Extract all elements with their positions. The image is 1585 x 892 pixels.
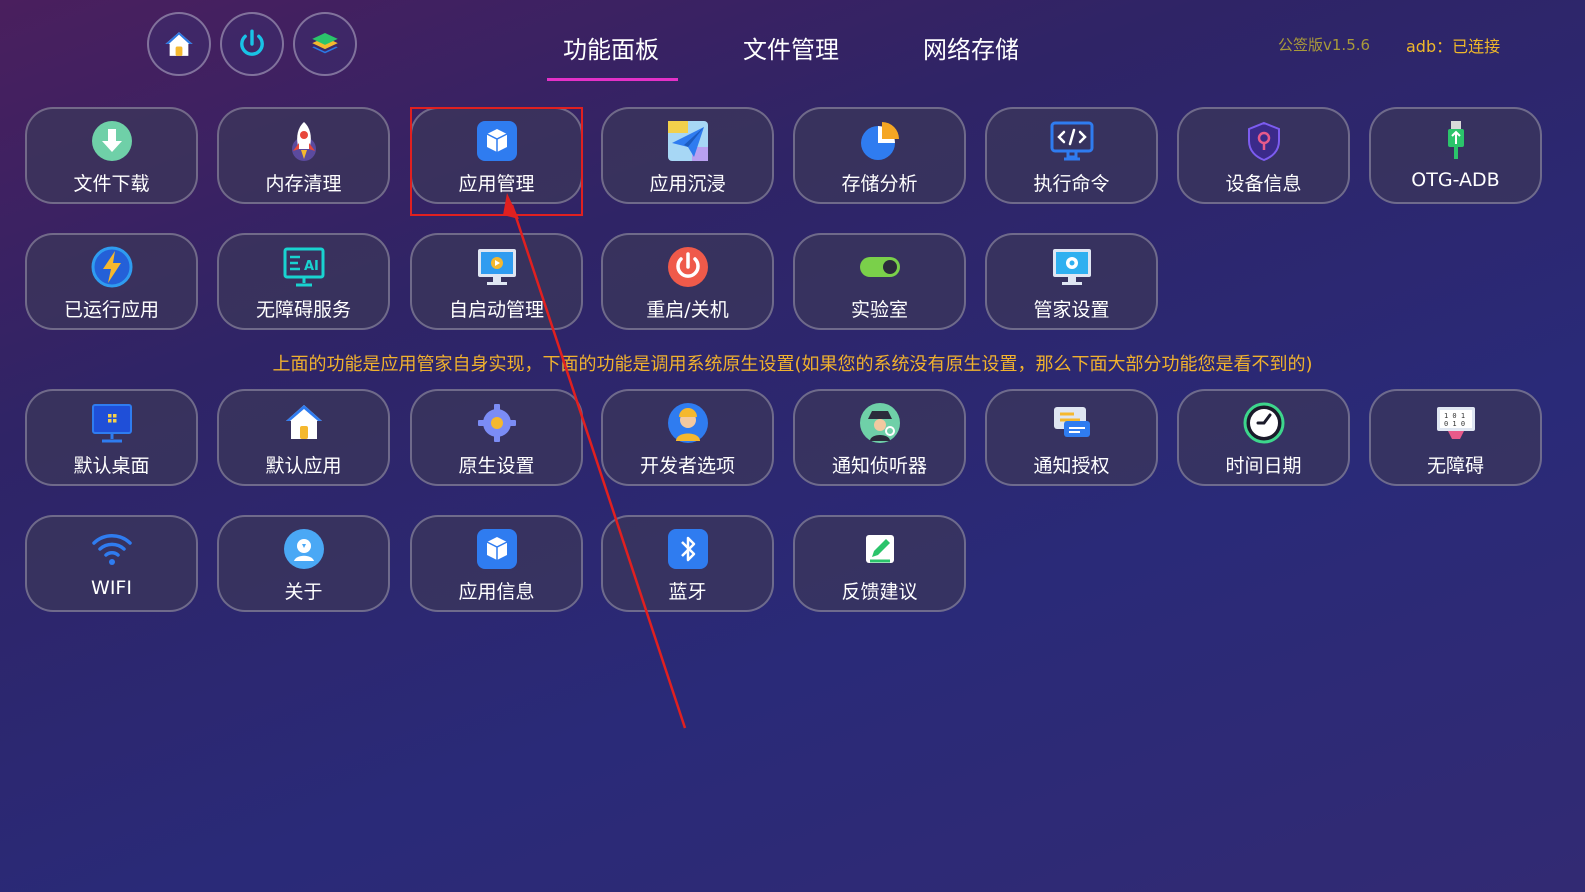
tile-label: 实验室: [850, 299, 908, 321]
worker-icon: [667, 403, 708, 443]
tile-developer-options[interactable]: 开发者选项: [601, 389, 774, 486]
tab-file-management[interactable]: 文件管理: [743, 30, 839, 65]
shield-location-icon: [1247, 121, 1280, 162]
tile-execute-command[interactable]: 执行命令: [985, 107, 1158, 204]
tile-reboot-shutdown[interactable]: 重启/关机: [601, 233, 774, 330]
bluetooth-icon: [667, 529, 708, 569]
tile-label: 应用沉浸: [649, 173, 726, 195]
tile-running-apps[interactable]: 已运行应用: [25, 233, 198, 330]
tile-label: 自启动管理: [448, 299, 544, 321]
tile-label: 关于: [284, 581, 323, 603]
layers-icon: [312, 32, 338, 54]
tile-label: 设备信息: [1225, 173, 1302, 195]
tile-manager-settings[interactable]: 管家设置: [985, 233, 1158, 330]
tile-label: 默认应用: [265, 455, 342, 477]
lightning-icon: [91, 246, 132, 288]
tile-app-immersion[interactable]: 应用沉浸: [601, 107, 774, 204]
toggle-icon: [859, 257, 900, 277]
settings-monitor-icon: [1052, 249, 1091, 285]
tile-label: 已运行应用: [63, 299, 159, 321]
power-button[interactable]: [220, 12, 284, 76]
power-icon: [240, 29, 264, 56]
code-monitor-icon: [1050, 121, 1093, 161]
tile-feedback[interactable]: 反馈建议: [793, 515, 966, 612]
tile-notification-listener[interactable]: 通知侦听器: [793, 389, 966, 486]
tile-default-apps[interactable]: 默认应用: [217, 389, 390, 486]
cube-info-icon: [476, 529, 517, 569]
version-label: 公签版v1.5.6: [1278, 36, 1371, 54]
tile-app-info[interactable]: 应用信息: [410, 515, 583, 612]
tab-network-storage[interactable]: 网络存储: [923, 30, 1019, 65]
tile-label: OTG-ADB: [1411, 169, 1500, 191]
tile-memory-clean[interactable]: 内存清理: [217, 107, 390, 204]
clock-icon: [1243, 402, 1284, 444]
tile-label: 文件下载: [73, 173, 150, 195]
tile-accessibility-service[interactable]: AI 无障碍服务: [217, 233, 390, 330]
paper-plane-icon: [667, 121, 708, 161]
tile-storage-analysis[interactable]: 存储分析: [793, 107, 966, 204]
tab-function-panel[interactable]: 功能面板: [563, 30, 659, 65]
tile-device-info[interactable]: 设备信息: [1177, 107, 1350, 204]
tile-label: 开发者选项: [639, 455, 735, 477]
tile-label: 原生设置: [458, 455, 535, 477]
tile-label: 时间日期: [1225, 455, 1302, 477]
tile-label: WIFI: [91, 577, 132, 599]
gear-icon: [477, 404, 516, 442]
ai-monitor-icon: AI: [283, 247, 324, 287]
tile-notification-authorization[interactable]: 通知授权: [985, 389, 1158, 486]
tile-label: 蓝牙: [668, 581, 707, 603]
tile-label: 反馈建议: [841, 581, 918, 603]
tile-label: 重启/关机: [646, 299, 729, 321]
message-icon: [1053, 407, 1090, 437]
tile-label: 内存清理: [265, 173, 342, 195]
home-icon: [165, 32, 193, 56]
tile-label: 无障碍服务: [255, 299, 351, 321]
tile-label: 执行命令: [1033, 173, 1110, 195]
binary-monitor-icon: 1 0 1 0 1 0: [1436, 407, 1475, 439]
svg-text:1 0 1: 1 0 1: [1444, 412, 1465, 420]
about-icon: [283, 529, 324, 569]
tile-wifi[interactable]: WIFI: [25, 515, 198, 612]
svg-text:0 1 0: 0 1 0: [1444, 420, 1465, 428]
house-icon: [285, 405, 322, 439]
wifi-icon: [91, 534, 132, 565]
home-button[interactable]: [147, 12, 211, 76]
desktop-icon: [91, 404, 132, 443]
tile-accessibility[interactable]: 1 0 1 0 1 0 无障碍: [1369, 389, 1542, 486]
tile-native-settings[interactable]: 原生设置: [410, 389, 583, 486]
feedback-icon: [865, 535, 894, 563]
usb-icon: [1447, 121, 1464, 159]
highlight-box: [410, 107, 583, 216]
active-tab-indicator: [547, 78, 678, 81]
rocket-icon: [291, 122, 316, 161]
notice-text: 上面的功能是应用管家自身实现，下面的功能是调用系统原生设置(如果您的系统没有原生…: [272, 354, 1313, 375]
tile-label: 无障碍: [1426, 455, 1484, 477]
pie-chart-icon: [860, 122, 899, 160]
tile-laboratory[interactable]: 实验室: [793, 233, 966, 330]
svg-text:AI: AI: [304, 259, 319, 274]
adb-status: adb：已连接: [1406, 37, 1501, 56]
tile-label: 管家设置: [1033, 299, 1110, 321]
tile-about[interactable]: 关于: [217, 515, 390, 612]
autostart-monitor-icon: [477, 249, 516, 285]
tile-otg-adb[interactable]: OTG-ADB: [1369, 107, 1542, 204]
tile-label: 默认桌面: [73, 455, 150, 477]
tile-label: 通知授权: [1033, 455, 1110, 477]
power-button-icon: [667, 247, 708, 287]
tile-label: 应用信息: [458, 581, 535, 603]
download-icon: [91, 121, 132, 161]
layers-button[interactable]: [293, 12, 357, 76]
tile-autostart-management[interactable]: 自启动管理: [410, 233, 583, 330]
tile-bluetooth[interactable]: 蓝牙: [601, 515, 774, 612]
tile-date-time[interactable]: 时间日期: [1177, 389, 1350, 486]
spy-icon: [859, 403, 900, 443]
tile-default-desktop[interactable]: 默认桌面: [25, 389, 198, 486]
tile-file-download[interactable]: 文件下载: [25, 107, 198, 204]
tile-label: 存储分析: [841, 173, 918, 195]
tile-label: 通知侦听器: [831, 455, 927, 477]
